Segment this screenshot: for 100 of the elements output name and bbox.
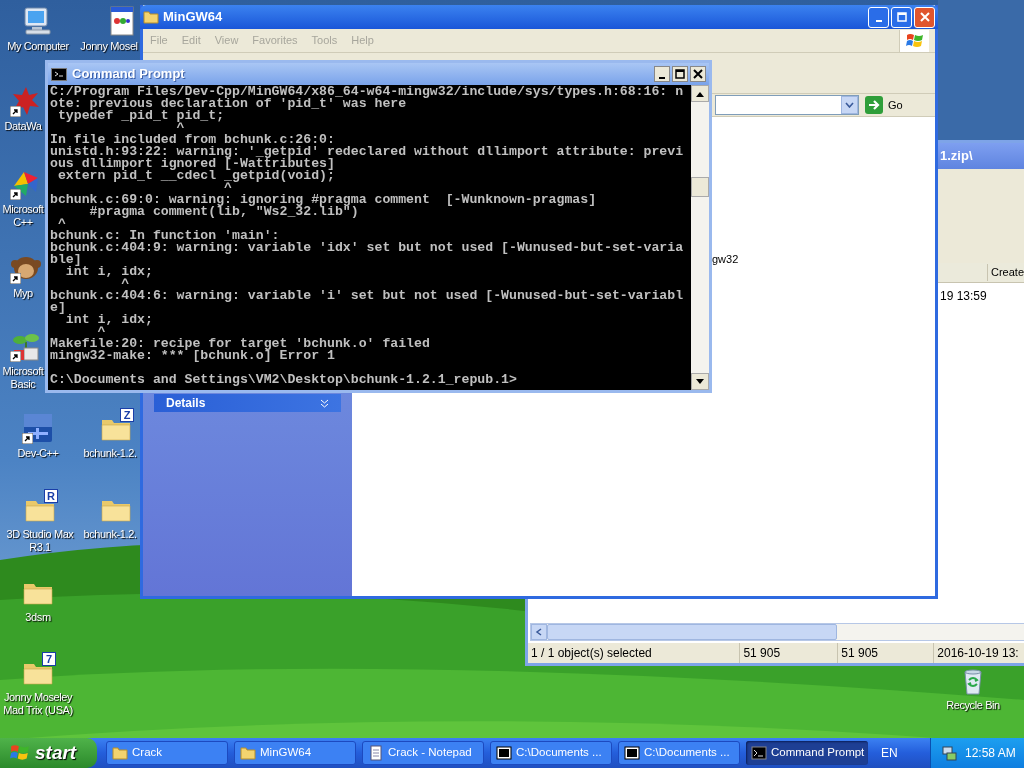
icon-label: Recycle Bin [946,699,1000,712]
caret-down-icon [845,102,854,108]
dev-icon[interactable] [22,412,54,444]
taskbar-button[interactable]: MinGW64 [234,741,356,765]
console-line: ^ [97,326,106,338]
icon-label: 3D Studio Max R3.1 [6,528,74,554]
taskbar-button[interactable]: Crack - Notepad [362,741,484,765]
caret-up-icon [696,90,704,97]
close-button[interactable] [690,66,706,82]
horizontal-scrollbar[interactable] [530,623,1024,641]
status-text: 1 / 1 object(s) selected [528,643,741,663]
minimize-icon [875,19,882,22]
scroll-up-button[interactable] [691,85,709,102]
icon-label: 3dsm [25,611,51,624]
status-text: 51 905 [838,643,935,663]
console-line: #pragma comment(lib, "Ws2_32.lib") [88,206,359,218]
caret-left-icon [535,628,543,636]
icon-label: Microsoft Basic [2,365,44,391]
console-line: Makefile:20: recipe for target 'bchunk.o' failed [50,338,431,350]
icon-label: bchunk-1.2. [83,447,137,460]
icon-label: DataWa [4,120,42,133]
folder-icon [112,745,128,761]
language-indicator[interactable]: EN [881,744,898,762]
console-line: bchunk.c:404:9: warning: variable 'idx' set but not used [-Wunused-but-set-varia [50,242,685,254]
icon-label: Dev-C++ [17,447,59,460]
icon-badge: Z [120,408,134,422]
menu-item[interactable]: File [143,32,175,49]
vertical-scrollbar[interactable] [691,85,709,390]
menu-item[interactable]: Tools [304,32,345,49]
console-line: In file included from bchunk.c:26:0: [50,134,335,146]
window-title: MinGW64 [163,8,223,27]
console-line: unistd.h:93:22: warning: '_getpid' redeclared without dllimport attribute: previ [50,146,685,158]
maximize-icon [896,12,907,22]
flag-icon [10,744,30,762]
maximize-icon [675,69,685,79]
scroll-down-button[interactable] [691,373,709,390]
window-title: Command Prompt [72,65,185,84]
icon-label: Microsoft C++ [2,203,44,229]
console-line: ^ [224,182,233,194]
minimize-button[interactable] [654,66,670,82]
icon-badge: R [44,489,58,503]
archive-icon [496,745,512,761]
console-line: C:/Program Files/Dev-Cpp/MinGW64/x86_64-w64-mingw32/include/sys/types.h:68:16: n [50,86,685,98]
task-pane-header[interactable]: Details [154,394,341,412]
icon-label: Myp [13,287,33,300]
dropdown-button[interactable] [841,96,858,114]
taskbar-button[interactable]: Command Prompt [746,741,868,765]
column-heading: Create [987,264,1024,281]
console-line: ^ [57,218,66,230]
folder-icon [240,745,256,761]
status-text: 51 905 [740,643,839,663]
menu-item[interactable]: Edit [174,32,208,49]
taskbar-button[interactable]: C:\Documents ... [490,741,612,765]
close-icon [693,69,703,79]
address-field[interactable] [715,95,859,115]
scroll-left-button[interactable] [531,624,547,640]
icon-badge: 7 [42,652,56,666]
close-icon [919,12,930,22]
console-line: ^ [176,122,185,134]
console-line: typedef _pid_t pid_t; [56,110,226,122]
icon-label: Jonny Mosel [80,40,138,53]
archive-icon [624,745,640,761]
icon-label: My Computer [7,40,69,53]
taskbar-button[interactable]: C:\Documents ... [618,741,740,765]
table-cell-text: 19 13:59 [940,288,988,305]
file-name: gw32 [712,252,739,267]
taskbar-button[interactable]: Crack [106,741,228,765]
console-line: ^ [121,278,130,290]
console-icon [751,745,767,761]
chevron-down-icon [320,398,329,408]
start-button[interactable]: start [0,738,97,768]
console-line: ote: previous declaration of 'pid_t' was here [50,98,407,110]
menu-item[interactable]: View [207,32,246,49]
console-line: C:\Documents and Settings\VM2\Desktop\bchunk-1.2.1_repub.1> [50,374,518,386]
status-text: 2016-10-19 13: [934,643,1024,663]
minimize-icon [659,76,665,79]
console-line: mingw32-make: *** [bchunk.o] Error 1 [50,350,336,362]
icon-label: bchunk-1.2. [83,528,137,541]
console-line: ble] [50,254,82,266]
console-line: e] [50,302,66,314]
starburst-icon[interactable] [10,85,42,117]
menu-item[interactable]: Help [344,32,381,49]
maximize-button[interactable] [672,66,688,82]
console-line: bchunk.c:404:6: warning: variable 'i' set but not used [-Wunused-but-set-variabl [50,290,685,302]
notepad-icon [368,745,384,761]
console-line: int i, idx; [64,314,154,326]
computer-icon[interactable] [22,5,54,37]
scroll-thumb[interactable] [691,177,709,197]
window-title: 1.zip\ [940,147,973,166]
icon-label: Jonny Moseley Mad Trix (USA) [3,691,73,717]
console-line: bchunk.c:69:0: warning: ignoring #pragma comment [-Wunknown-pragmas] [50,194,598,206]
arrow-right-icon [865,96,883,114]
caret-down-icon [696,378,704,385]
go-button[interactable]: Go [865,96,903,114]
network-icon[interactable] [941,745,957,761]
console-line: bchunk.c: In function 'main': [50,230,280,242]
console-icon [51,67,67,81]
folder-icon [143,10,159,24]
scroll-thumb[interactable] [547,624,837,640]
menu-item[interactable]: Favorites [245,32,305,49]
